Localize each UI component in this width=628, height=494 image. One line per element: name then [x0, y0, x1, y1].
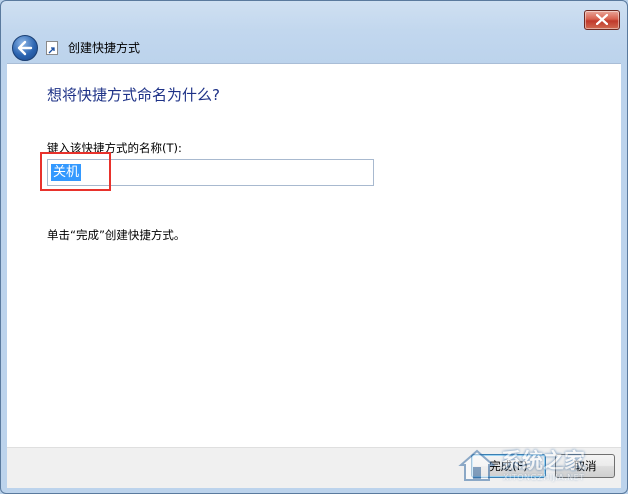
close-button[interactable] — [584, 10, 620, 30]
shortcut-arrow-icon — [48, 47, 55, 54]
shortcut-file-icon — [46, 41, 58, 55]
close-icon — [596, 14, 608, 25]
page-heading: 想将快捷方式命名为什么? — [47, 86, 220, 104]
window-title: 创建快捷方式 — [68, 41, 141, 55]
back-arrow-icon — [17, 40, 33, 56]
watermark-subtext: XITONGZHIJIA.NET — [503, 473, 585, 482]
watermark-text: 系统之家 — [501, 449, 585, 473]
site-watermark: 系统之家 XITONGZHIJIA.NET — [453, 441, 623, 491]
back-button[interactable] — [12, 35, 38, 61]
create-shortcut-window: 创建快捷方式 想将快捷方式命名为什么? 键入该快捷方式的名称(T): 关机 单击… — [0, 0, 628, 494]
house-logo-icon — [458, 449, 496, 481]
highlight-annotation-box — [40, 152, 111, 191]
finish-hint-text: 单击“完成”创建快捷方式。 — [47, 228, 186, 242]
wizard-content: 想将快捷方式命名为什么? 键入该快捷方式的名称(T): 关机 单击“完成”创建快… — [7, 63, 621, 447]
